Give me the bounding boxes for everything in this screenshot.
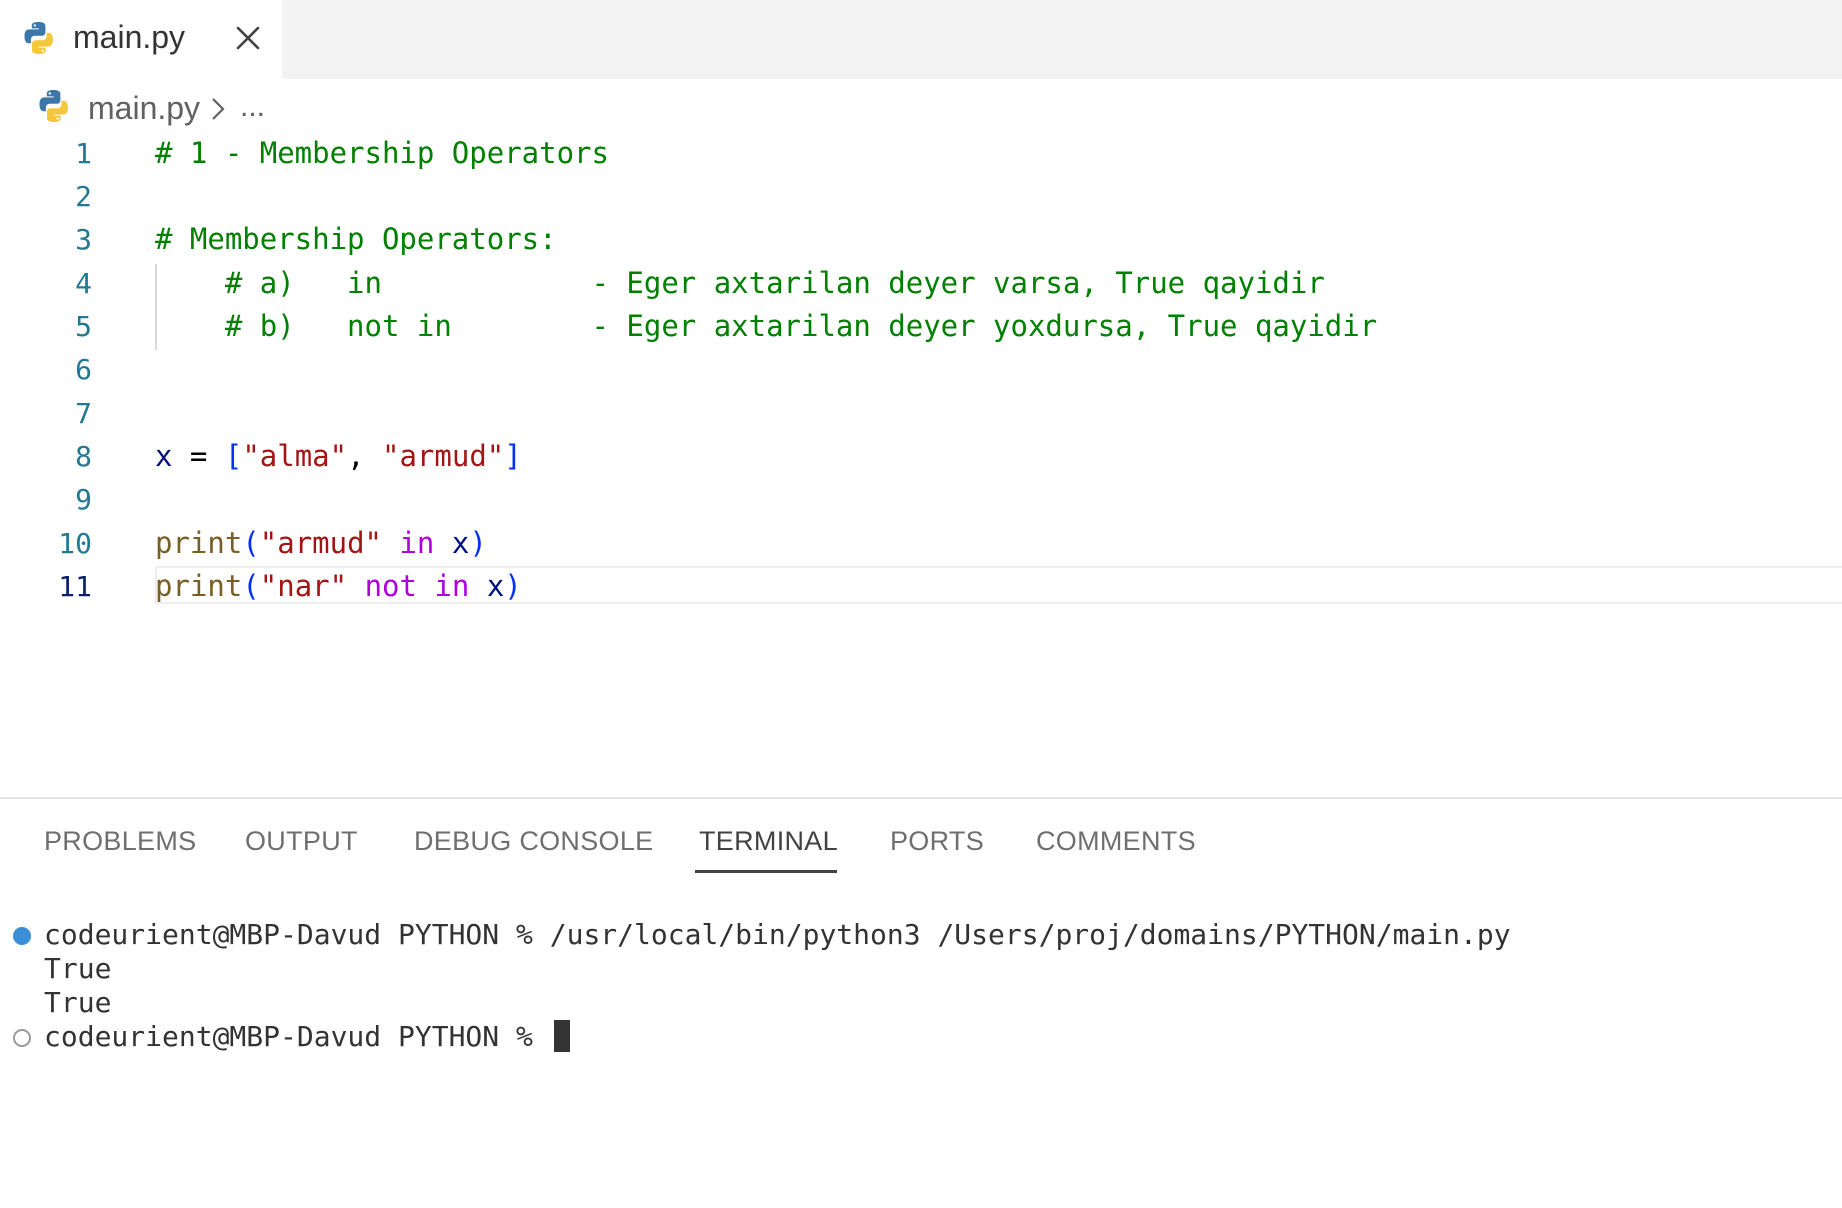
code-line-11: print("nar" not in x) [155,565,522,608]
breadcrumb-more[interactable]: ... [240,90,265,124]
token-function: print [155,526,243,560]
tab-debug-console[interactable]: DEBUG CONSOLE [414,826,653,857]
token-keyword: not [364,569,417,603]
terminal-cursor [553,1020,570,1052]
code-line-3: # Membership Operators: [155,222,557,256]
tab-problems[interactable]: PROBLEMS [44,826,196,857]
panel-divider[interactable] [0,797,1842,799]
line-number: 7 [75,397,92,430]
token-paren: ) [504,569,522,603]
tab-label: main.py [73,19,186,55]
terminal-command-line: codeurient@MBP-Davud PYTHON % /usr/local… [44,918,1511,951]
code-line-1: # 1 - Membership Operators [155,136,609,170]
line-number: 10 [58,527,92,560]
token-comma: , [347,439,383,473]
token-function: print [155,569,243,603]
line-number: 1 [75,137,92,170]
editor-tab-bar: main.py [0,0,1842,79]
line-number: 5 [75,310,92,343]
terminal-output-line: True [44,952,112,985]
python-file-icon [24,22,53,54]
code-line-5: # b) not in - Eger axtarilan deyer yoxdu… [155,309,1378,343]
token-variable: x [486,569,505,603]
close-icon[interactable] [234,24,262,52]
token-variable: x [155,439,173,473]
token-keyword: in [399,526,435,560]
command-pending-dot-icon [13,1029,31,1047]
line-number: 9 [75,483,92,516]
terminal-output-line: True [44,986,112,1019]
token-bracket: ] [504,439,522,473]
python-file-icon [39,90,68,122]
tab-terminal[interactable]: TERMINAL [699,826,838,857]
token-variable: x [451,526,470,560]
token-string: "alma" [242,439,348,473]
token-string: "armud" [382,439,505,473]
tab-main-py[interactable]: main.py [0,0,282,79]
token-keyword: in [434,569,470,603]
line-number: 3 [75,223,92,256]
token-string: "armud" [259,526,382,560]
token-paren: ( [242,569,260,603]
tab-comments[interactable]: COMMENTS [1036,826,1196,857]
token-string: "nar" [259,569,348,603]
line-number-active: 11 [58,570,92,603]
line-number: 2 [75,180,92,213]
tab-ports[interactable]: PORTS [890,826,984,857]
token-paren: ( [242,526,260,560]
chevron-right-icon [212,98,225,120]
tab-output[interactable]: OUTPUT [245,826,358,857]
line-number: 6 [75,353,92,386]
terminal-prompt-line[interactable]: codeurient@MBP-Davud PYTHON % [44,1020,570,1054]
token-bracket: [ [224,439,243,473]
active-tab-indicator [695,870,837,873]
code-line-4: # a) in - Eger axtarilan deyer varsa, Tr… [155,266,1325,300]
command-success-dot-icon[interactable] [13,927,31,945]
line-number: 8 [75,440,92,473]
token-paren: ) [469,526,487,560]
token-operator: = [172,439,225,473]
code-line-8: x = ["alma", "armud"] [155,435,522,478]
code-line-10: print("armud" in x) [155,522,487,565]
code-editor[interactable]: 1 2 3 4 5 6 7 8 9 10 11 # 1 - Membership… [0,132,1842,612]
line-number: 4 [75,267,92,300]
breadcrumb-file[interactable]: main.py [88,90,200,127]
terminal-prompt: codeurient@MBP-Davud PYTHON % [44,1020,550,1053]
